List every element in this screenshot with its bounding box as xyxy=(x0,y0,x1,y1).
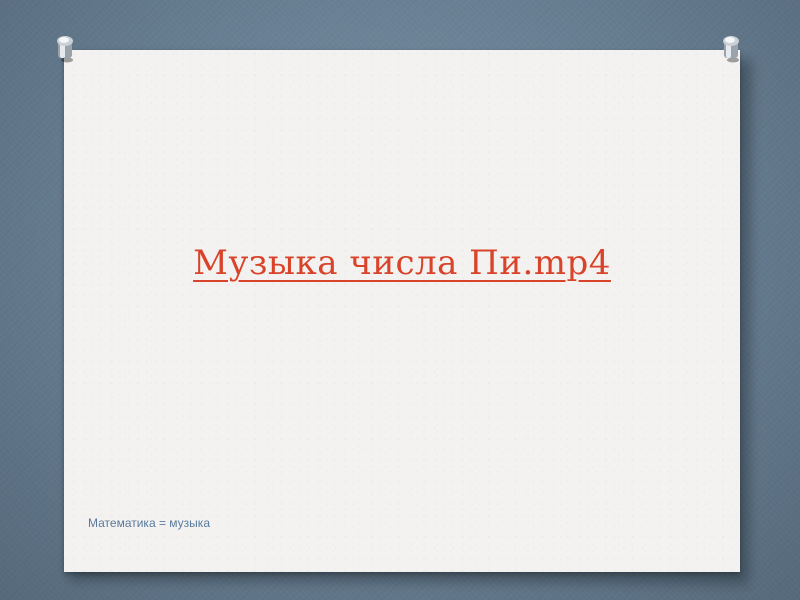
pushpin-icon xyxy=(57,36,73,63)
slide-footer: Математика = музыка xyxy=(88,516,210,530)
slide-card xyxy=(64,50,740,572)
pushpin-icon xyxy=(723,36,739,63)
video-file-link[interactable]: Музыка числа Пи.mp4 xyxy=(64,243,740,283)
slide-view: { "slide": { "title_link": "Музыка числа… xyxy=(0,0,800,600)
